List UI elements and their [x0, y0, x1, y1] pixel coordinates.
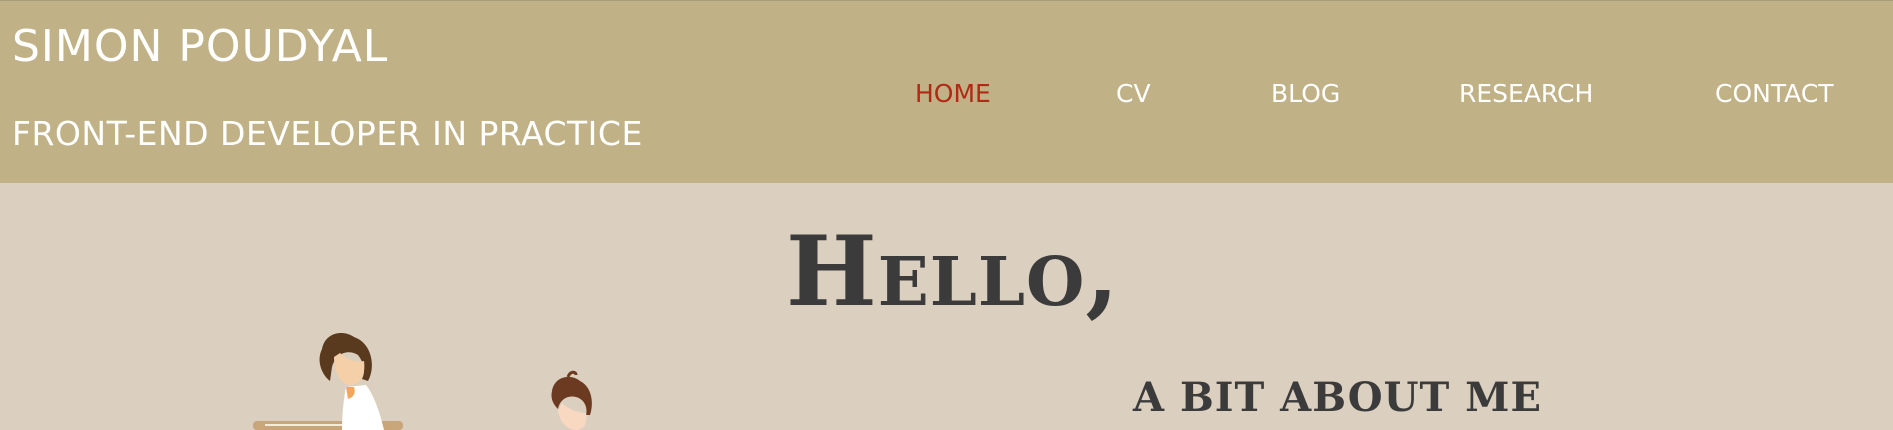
nav-item-home[interactable]: HOME — [915, 79, 991, 108]
site-tagline: FRONT-END DEVELOPER IN PRACTICE — [12, 114, 643, 153]
about-heading: A BIT ABOUT ME — [1133, 374, 1542, 421]
site-header: SIMON POUDYAL FRONT-END DEVELOPER IN PRA… — [0, 0, 1893, 183]
people-working-illustration-icon — [253, 333, 592, 430]
nav-item-research[interactable]: RESEARCH — [1459, 79, 1593, 108]
site-title[interactable]: SIMON POUDYAL — [12, 21, 388, 72]
greeting-heading: Hello, — [786, 215, 1120, 328]
nav-item-blog[interactable]: BLOG — [1271, 79, 1340, 108]
nav-item-contact[interactable]: CONTACT — [1715, 79, 1834, 108]
nav-item-cv[interactable]: CV — [1116, 79, 1151, 108]
main-nav: HOME CV BLOG RESEARCH CONTACT — [0, 79, 1893, 113]
